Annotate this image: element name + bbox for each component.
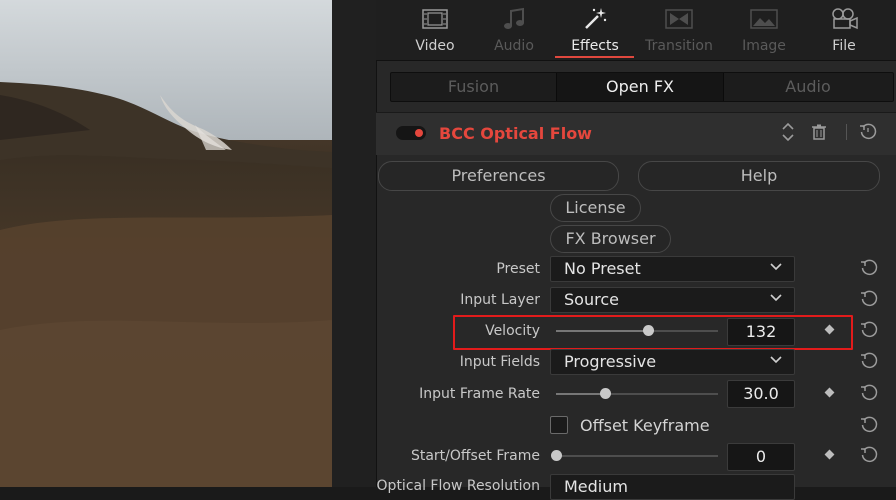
music-note-icon: [469, 6, 559, 32]
reorder-arrows-icon[interactable]: [779, 122, 797, 142]
input-frame-rate-label: Input Frame Rate: [419, 386, 540, 402]
input-layer-value: Source: [564, 290, 619, 309]
toggle-dot: [415, 129, 423, 137]
tab-effects-label: Effects: [571, 38, 619, 54]
tab-file-label: File: [832, 38, 856, 54]
magic-wand-icon: [550, 6, 640, 32]
start-offset-frame-slider-handle[interactable]: [551, 450, 562, 461]
input-layer-dropdown[interactable]: Source: [550, 287, 795, 313]
chevron-down-icon: [770, 294, 782, 302]
tab-image[interactable]: Image: [719, 0, 809, 60]
preset-value: No Preset: [564, 259, 641, 278]
tab-image-label: Image: [742, 38, 786, 54]
input-frame-rate-input[interactable]: 30.0: [727, 380, 795, 408]
license-button[interactable]: License: [550, 194, 641, 222]
velocity-slider[interactable]: [556, 325, 718, 336]
velocity-input[interactable]: 132: [727, 318, 795, 346]
input-fields-dropdown[interactable]: Progressive: [550, 349, 795, 375]
viewer-panel-gap: [332, 0, 376, 487]
chevron-down-icon: [770, 356, 782, 364]
landscape-photo: [0, 0, 332, 487]
trash-icon[interactable]: [810, 122, 828, 142]
optical-flow-resolution-dropdown[interactable]: Medium: [550, 474, 795, 500]
start-offset-frame-reset-icon[interactable]: [860, 446, 878, 464]
subtab-fusion[interactable]: Fusion: [391, 73, 556, 101]
input-frame-rate-slider-fill: [556, 393, 605, 395]
offset-keyframe-reset-icon[interactable]: [860, 416, 878, 434]
image-icon: [719, 6, 809, 32]
tab-file[interactable]: File: [799, 0, 889, 60]
effect-enable-toggle[interactable]: [396, 126, 426, 140]
tab-video[interactable]: Video: [390, 0, 480, 60]
help-button[interactable]: Help: [638, 161, 880, 191]
input-fields-label: Input Fields: [459, 354, 540, 370]
header-separator: [846, 124, 847, 140]
transition-icon: [634, 6, 724, 32]
input-frame-rate-slider[interactable]: [556, 388, 718, 399]
fx-browser-button[interactable]: FX Browser: [550, 225, 671, 253]
input-layer-reset-icon[interactable]: [860, 290, 878, 308]
velocity-slider-fill: [556, 330, 649, 332]
tab-effects[interactable]: Effects: [550, 0, 640, 60]
start-offset-frame-input[interactable]: 0: [727, 443, 795, 471]
chevron-down-icon: [770, 263, 782, 271]
reset-effect-icon[interactable]: [859, 122, 877, 142]
viewer-image: [0, 0, 332, 487]
preset-dropdown[interactable]: No Preset: [550, 256, 795, 282]
preset-label: Preset: [496, 261, 540, 277]
tab-transition[interactable]: Transition: [634, 0, 724, 60]
velocity-label: Velocity: [485, 323, 540, 339]
offset-keyframe-label: Offset Keyframe: [580, 416, 710, 435]
optical-flow-resolution-label: Optical Flow Resolution: [376, 478, 540, 494]
input-frame-rate-slider-handle[interactable]: [599, 388, 611, 399]
tab-video-label: Video: [415, 38, 455, 54]
start-offset-frame-slider[interactable]: [551, 450, 718, 461]
start-offset-frame-label: Start/Offset Frame: [410, 448, 540, 464]
subtab-open-fx[interactable]: Open FX: [556, 73, 724, 101]
file-reels-icon: [799, 6, 889, 32]
velocity-reset-icon[interactable]: [860, 321, 878, 339]
effects-subtab-bar: Fusion Open FX Audio: [390, 72, 894, 102]
active-tab-indicator: [555, 56, 634, 58]
inspector-tab-bar: Video Audio Effects Transition Image Fil…: [376, 0, 896, 61]
tab-audio-label: Audio: [494, 38, 534, 54]
offset-keyframe-checkbox[interactable]: [550, 416, 568, 434]
preferences-button[interactable]: Preferences: [378, 161, 619, 191]
video-filmstrip-icon: [390, 6, 480, 32]
preset-reset-icon[interactable]: [860, 259, 878, 277]
input-frame-rate-reset-icon[interactable]: [860, 384, 878, 402]
effect-title: BCC Optical Flow: [439, 124, 592, 143]
tab-audio[interactable]: Audio: [469, 0, 559, 60]
input-fields-value: Progressive: [564, 352, 657, 371]
subtab-audio[interactable]: Audio: [723, 73, 893, 101]
input-fields-reset-icon[interactable]: [860, 352, 878, 370]
tab-transition-label: Transition: [645, 38, 713, 54]
input-layer-label: Input Layer: [460, 292, 540, 308]
